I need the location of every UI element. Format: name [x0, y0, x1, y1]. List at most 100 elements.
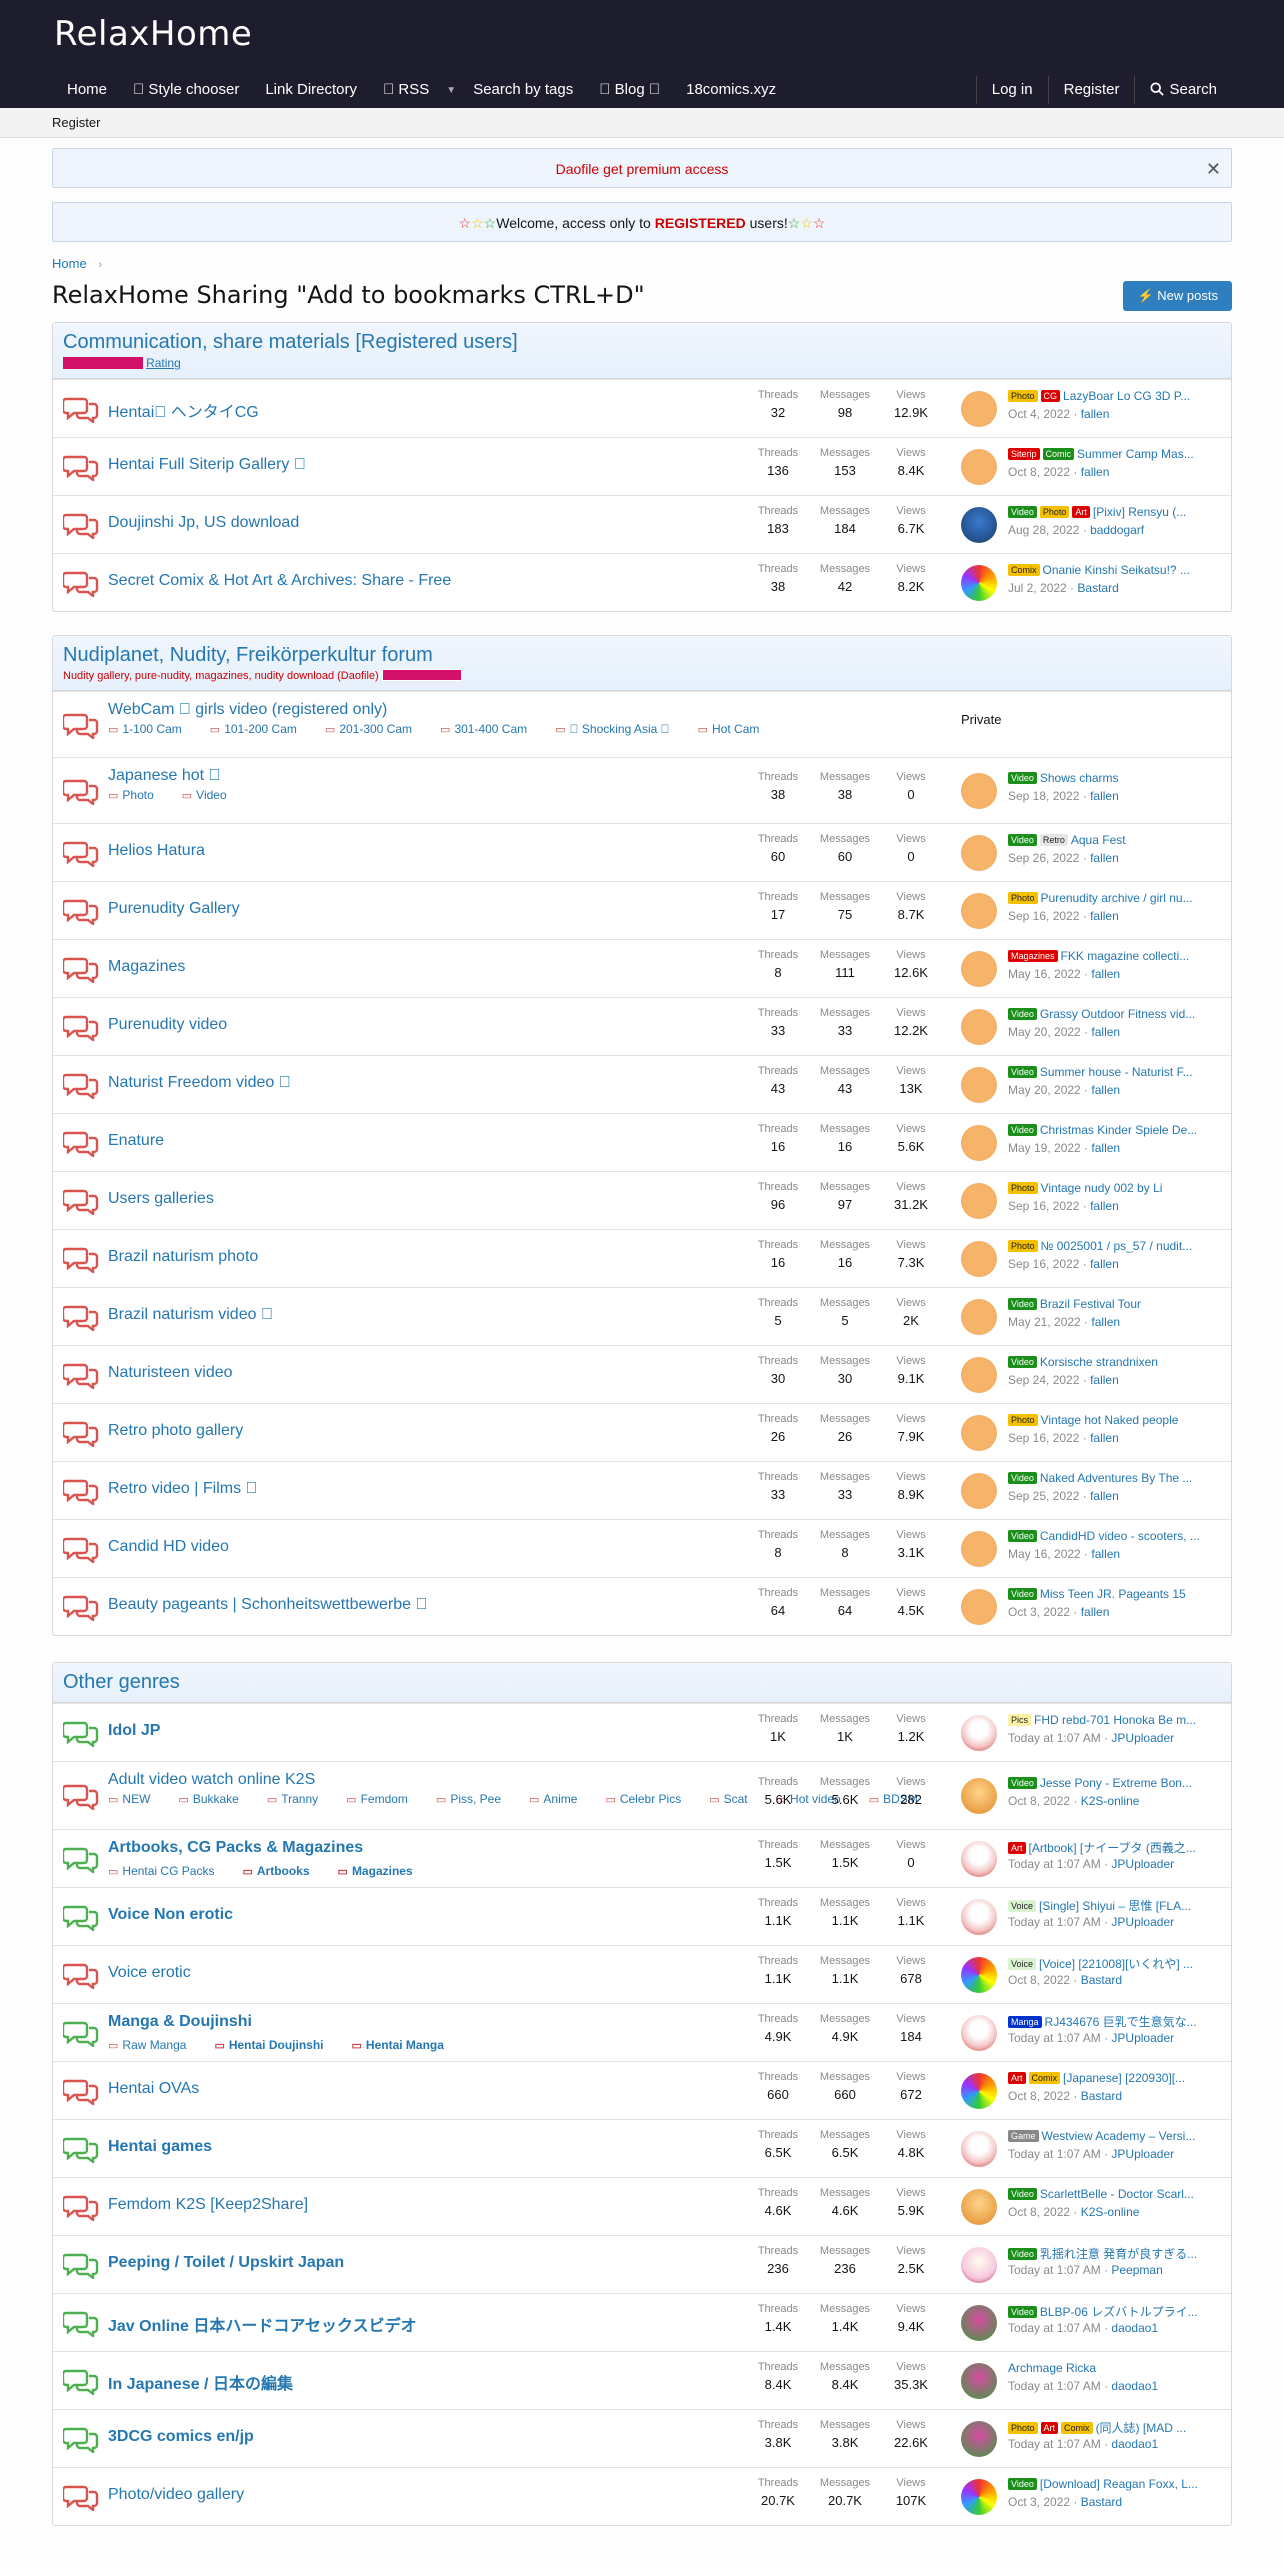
last-post-date[interactable]: Oct 8, 2022 — [1008, 2089, 1070, 2103]
avatar[interactable] — [961, 1957, 997, 1993]
last-post-date[interactable]: May 20, 2022 — [1008, 1083, 1081, 1097]
last-post-title[interactable]: Comix Onanie Kinshi Seikatsu!? ... — [1008, 563, 1231, 577]
ranking-badge[interactable] — [63, 357, 143, 369]
prefix-label[interactable]: CG — [1040, 390, 1061, 402]
subnav-register[interactable]: Register — [52, 115, 100, 130]
last-post-date[interactable]: Oct 3, 2022 — [1008, 2495, 1070, 2509]
last-post-title[interactable]: Art Comix [Japanese] [220930][... — [1008, 2071, 1231, 2085]
rating-image-alt[interactable]: Rating — [146, 356, 181, 370]
avatar[interactable] — [961, 1778, 997, 1814]
avatar[interactable] — [961, 2015, 997, 2051]
forum-title[interactable]: Naturist Freedom video   — [108, 1074, 291, 1092]
last-post-date[interactable]: Oct 3, 2022 — [1008, 1605, 1070, 1619]
last-post-user[interactable]: fallen — [1090, 1373, 1119, 1387]
prefix-label[interactable]: Video — [1008, 1124, 1037, 1136]
last-post-title[interactable]: Photo Vintage nudy 002 by Li — [1008, 1181, 1231, 1195]
forum-title[interactable]: Femdom K2S [Keep2Share] — [108, 2196, 308, 2214]
last-post-date[interactable]: Oct 8, 2022 — [1008, 1794, 1070, 1808]
forum-title[interactable]: Idol JP — [108, 1722, 160, 1740]
last-post-date[interactable]: May 16, 2022 — [1008, 1547, 1081, 1561]
last-post-user[interactable]: Bastard — [1081, 2495, 1122, 2509]
last-post-date[interactable]: Aug 28, 2022 — [1008, 523, 1079, 537]
last-post-title[interactable]: Video Jesse Pony - Extreme Bon... — [1008, 1776, 1231, 1790]
forum-title[interactable]: WebCam   girls video (registered only) — [108, 701, 387, 719]
avatar[interactable] — [961, 449, 997, 485]
avatar[interactable] — [961, 507, 997, 543]
forum-title[interactable]: Voice Non erotic — [108, 1906, 233, 1924]
last-post-date[interactable]: Today at 1:07 AM — [1008, 1915, 1101, 1929]
forum-title[interactable]: Hentai Full Siterip Gallery   — [108, 456, 306, 474]
last-post-date[interactable]: Oct 8, 2022 — [1008, 2205, 1070, 2219]
nav-blog[interactable]:   Blog   — [586, 72, 673, 108]
forum-title[interactable]: Retro photo gallery — [108, 1422, 243, 1440]
last-post-title[interactable]: Archmage Ricka — [1008, 2361, 1231, 2375]
last-post-user[interactable]: daodao1 — [1111, 2437, 1158, 2451]
prefix-label[interactable]: Photo — [1008, 1240, 1038, 1252]
prefix-label[interactable]: Comix — [1061, 2422, 1093, 2434]
last-post-title[interactable]: Photo № 0025001 / ps_57 / nudit... — [1008, 1239, 1231, 1253]
avatar[interactable] — [961, 565, 997, 601]
prefix-label[interactable]: Voice — [1008, 1958, 1037, 1970]
forum-title[interactable]: Hentai OVAs — [108, 2080, 199, 2098]
last-post-date[interactable]: Oct 8, 2022 — [1008, 1973, 1070, 1987]
subforum-link[interactable]: ▭   Shocking Asia   — [555, 722, 683, 736]
last-post-title[interactable]: Pics FHD rebd-701 Honoka Be m... — [1008, 1713, 1231, 1727]
avatar[interactable] — [961, 391, 997, 427]
last-post-date[interactable]: Sep 16, 2022 — [1008, 1199, 1079, 1213]
last-post-user[interactable]: Bastard — [1081, 1973, 1122, 1987]
search-button[interactable]: Search — [1137, 72, 1230, 108]
subforum-link[interactable]: ▭ NEW — [108, 1792, 164, 1806]
avatar[interactable] — [961, 1473, 997, 1509]
last-post-date[interactable]: Sep 16, 2022 — [1008, 1257, 1079, 1271]
last-post-date[interactable]: Today at 1:07 AM — [1008, 1857, 1101, 1871]
last-post-title[interactable]: Video BLBP-06 レズバトルプライ... — [1008, 2303, 1231, 2320]
subforum-link[interactable]: ▭ Bukkake — [178, 1792, 252, 1806]
subforum-link[interactable]: ▭ Hentai Doujinshi — [214, 2038, 337, 2052]
forum-title[interactable]: In Japanese / 日本の編集 — [108, 2370, 293, 2394]
last-post-title[interactable]: Video Brazil Festival Tour — [1008, 1297, 1231, 1311]
forum-title[interactable]: 3DCG comics en/jp — [108, 2428, 254, 2446]
prefix-label[interactable]: Video — [1008, 1298, 1037, 1310]
chevron-down-icon[interactable]: ▼ — [442, 85, 460, 96]
last-post-title[interactable]: Photo Purenudity archive / girl nu... — [1008, 891, 1231, 905]
last-post-user[interactable]: fallen — [1081, 465, 1110, 479]
subforum-link[interactable]: ▭ Piss, Pee — [436, 1792, 515, 1806]
site-logo[interactable]: RelaxHome — [54, 14, 252, 54]
last-post-title[interactable]: Photo Vintage hot Naked people — [1008, 1413, 1231, 1427]
subforum-link[interactable]: ▭ Hentai Manga — [352, 2038, 458, 2052]
nav-rss[interactable]:   RSS — [370, 72, 442, 108]
avatar[interactable] — [961, 773, 997, 809]
subforum-link[interactable]: ▭ 301-400 Cam — [440, 722, 541, 736]
nav-search-by-tags[interactable]: Search by tags — [460, 72, 586, 108]
last-post-date[interactable]: Today at 1:07 AM — [1008, 2379, 1101, 2393]
prefix-label[interactable]: Video — [1008, 2248, 1037, 2260]
last-post-user[interactable]: daodao1 — [1111, 2379, 1158, 2393]
prefix-label[interactable]: Video — [1008, 1008, 1037, 1020]
forum-title[interactable]: Purenudity Gallery — [108, 900, 240, 918]
section-title[interactable]: Communication, share materials [Register… — [63, 331, 1221, 354]
last-post-title[interactable]: Video Shows charms — [1008, 771, 1231, 785]
last-post-user[interactable]: fallen — [1090, 789, 1119, 803]
prefix-label[interactable]: Video — [1008, 1472, 1037, 1484]
subforum-link[interactable]: ▭ Anime — [529, 1792, 591, 1806]
last-post-user[interactable]: Bastard — [1081, 2089, 1122, 2103]
avatar[interactable] — [961, 2363, 997, 2399]
avatar[interactable] — [961, 951, 997, 987]
last-post-user[interactable]: fallen — [1091, 1025, 1120, 1039]
last-post-date[interactable]: Jul 2, 2022 — [1008, 581, 1067, 595]
prefix-label[interactable]: Art — [1072, 506, 1090, 518]
last-post-date[interactable]: Today at 1:07 AM — [1008, 1731, 1101, 1745]
subforum-link[interactable]: ▭ 201-300 Cam — [325, 722, 426, 736]
avatar[interactable] — [961, 1715, 997, 1751]
avatar[interactable] — [961, 893, 997, 929]
login-link[interactable]: Log in — [979, 72, 1046, 108]
last-post-title[interactable]: Video Photo Art [Pixiv] Rensyu (... — [1008, 505, 1231, 519]
last-post-title[interactable]: Video ScarlettBelle - Doctor Scarl... — [1008, 2187, 1231, 2201]
prefix-label[interactable]: Comix — [1028, 2072, 1061, 2084]
avatar[interactable] — [961, 2247, 997, 2283]
avatar[interactable] — [961, 1299, 997, 1335]
avatar[interactable] — [961, 2421, 997, 2457]
subforum-link[interactable]: ▭ Celebr Pics — [605, 1792, 695, 1806]
last-post-title[interactable]: Video CandidHD video - scooters, ... — [1008, 1529, 1231, 1543]
subforum-link[interactable]: ▭ Tranny — [267, 1792, 332, 1806]
